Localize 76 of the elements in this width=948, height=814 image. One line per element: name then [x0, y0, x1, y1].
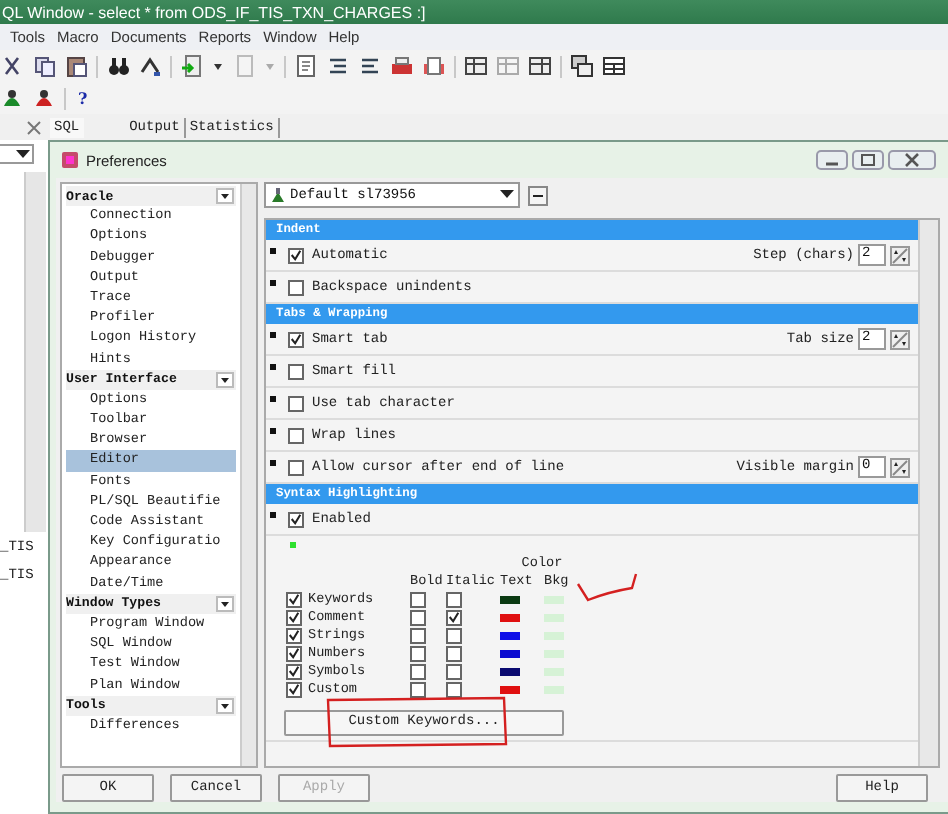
paste-icon[interactable]	[64, 54, 88, 78]
checkbox[interactable]	[286, 663, 302, 679]
preferences-icon	[60, 150, 80, 170]
copy-icon[interactable]	[32, 54, 56, 78]
help-button[interactable]: ?	[74, 88, 92, 108]
row-marker	[270, 396, 276, 402]
collapse-button[interactable]	[216, 188, 234, 205]
close-button[interactable]	[888, 150, 936, 170]
scrollbar[interactable]	[918, 220, 938, 766]
italic-checkbox[interactable]	[446, 645, 462, 661]
row-marker	[270, 512, 276, 518]
caret-icon	[16, 149, 30, 159]
table-icon[interactable]	[464, 54, 488, 78]
checkbox[interactable]	[286, 609, 302, 625]
checkbox[interactable]	[288, 395, 304, 411]
checkbox[interactable]	[288, 331, 304, 347]
checkbox[interactable]	[286, 591, 302, 607]
collapse-button[interactable]	[216, 595, 234, 612]
bold-checkbox[interactable]	[410, 645, 426, 661]
windows-icon[interactable]	[570, 54, 594, 78]
window-title: QL Window - select * from ODS_IF_TIS_TXN_CHARGES :]	[2, 3, 426, 21]
binoculars-icon[interactable]	[106, 54, 130, 78]
maximize-button[interactable]	[852, 150, 884, 170]
row-marker	[270, 428, 276, 434]
checkbox[interactable]	[288, 511, 304, 527]
row-marker	[270, 332, 276, 338]
spinner-button[interactable]	[890, 457, 910, 477]
scrollbar[interactable]	[24, 172, 46, 532]
italic-checkbox[interactable]	[446, 609, 462, 625]
bold-checkbox[interactable]	[410, 663, 426, 679]
printer-icon[interactable]	[422, 54, 446, 78]
indent-icon[interactable]	[326, 54, 350, 78]
checkbox[interactable]	[288, 363, 304, 379]
row-marker	[270, 248, 276, 254]
italic-checkbox[interactable]	[446, 681, 462, 697]
profile-icon	[270, 187, 286, 203]
row-marker	[270, 364, 276, 370]
checkbox[interactable]	[288, 279, 304, 295]
italic-checkbox[interactable]	[446, 663, 462, 679]
italic-checkbox[interactable]	[446, 627, 462, 643]
printer-icon[interactable]	[390, 54, 414, 78]
text-color-swatch[interactable]	[500, 685, 520, 693]
row-marker	[270, 460, 276, 466]
table-icon[interactable]	[528, 54, 552, 78]
bold-checkbox[interactable]	[410, 681, 426, 697]
page-icon[interactable]	[294, 54, 318, 78]
text-color-swatch[interactable]	[500, 631, 520, 639]
checkbox[interactable]	[286, 627, 302, 643]
checkbox[interactable]	[288, 459, 304, 475]
caret-icon	[500, 190, 514, 200]
bold-checkbox[interactable]	[410, 591, 426, 607]
checkbox[interactable]	[286, 645, 302, 661]
spinner-button[interactable]	[890, 245, 910, 265]
italic-checkbox[interactable]	[446, 591, 462, 607]
close-icon[interactable]	[26, 119, 42, 135]
outdent-icon[interactable]	[358, 54, 382, 78]
collapse-button[interactable]	[216, 697, 234, 714]
collapse-button[interactable]	[216, 371, 234, 388]
row-marker	[290, 542, 296, 548]
grid-icon[interactable]	[602, 54, 626, 78]
dropdown[interactable]	[0, 144, 34, 164]
scrollbar[interactable]	[240, 184, 256, 766]
text-color-swatch[interactable]	[500, 667, 520, 675]
bold-checkbox[interactable]	[410, 609, 426, 625]
remove-button[interactable]	[528, 185, 548, 205]
spinner-button[interactable]	[890, 329, 910, 349]
hand-drawn-checkmark	[577, 573, 638, 602]
checkbox[interactable]	[288, 427, 304, 443]
bold-checkbox[interactable]	[410, 627, 426, 643]
checkbox[interactable]	[288, 247, 304, 263]
text-color-swatch[interactable]	[500, 613, 520, 621]
row-marker	[270, 280, 276, 286]
minimize-button[interactable]	[816, 150, 848, 170]
text-color-swatch[interactable]	[500, 649, 520, 657]
checkbox[interactable]	[286, 681, 302, 697]
text-color-swatch[interactable]	[500, 595, 520, 603]
